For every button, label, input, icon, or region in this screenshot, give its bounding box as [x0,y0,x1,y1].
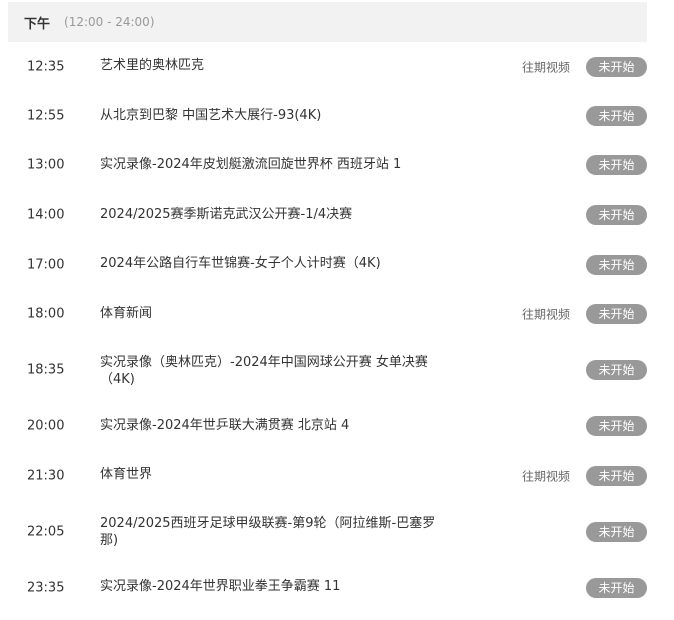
schedule-section-header: 下午 (12:00 - 24:00) [8,2,647,42]
program-title[interactable]: 实况录像-2024年皮划艇激流回旋世界杯 西班牙站 1 [100,156,440,173]
status-badge: 未开始 [586,304,647,324]
status-badge: 未开始 [586,155,647,175]
program-title[interactable]: 体育世界 [100,466,440,483]
program-title[interactable]: 实况录像-2024年世界职业拳王争霸赛 11 [100,578,440,595]
past-videos-link[interactable]: 往期视频 [522,306,570,323]
program-title[interactable]: 实况录像（奥林匹克）-2024年中国网球公开赛 女单决赛（4K) [100,354,440,388]
status-badge: 未开始 [586,205,647,225]
program-time: 21:30 [27,468,65,484]
program-time: 12:55 [27,108,65,124]
program-title[interactable]: 2024/2025赛季斯诺克武汉公开赛-1/4决赛 [100,206,440,223]
program-time: 17:00 [27,257,65,273]
status-badge: 未开始 [586,416,647,436]
program-time: 13:00 [27,157,65,173]
status-badge: 未开始 [586,255,647,275]
program-time: 12:35 [27,59,65,75]
program-row: 12:55 从北京到巴黎 中国艺术大展行-93(4K) 未开始 [0,96,674,136]
program-row: 13:00 实况录像-2024年皮划艇激流回旋世界杯 西班牙站 1 未开始 [0,145,674,185]
program-row: 20:00 实况录像-2024年世乒联大满贯赛 北京站 4 未开始 [0,406,674,446]
program-row: 17:00 2024年公路自行车世锦赛-女子个人计时赛（4K) 未开始 [0,245,674,285]
program-title[interactable]: 体育新闻 [100,305,440,322]
program-row: 12:35 艺术里的奥林匹克 往期视频 未开始 [0,47,674,87]
status-badge: 未开始 [586,578,647,598]
program-row: 22:05 2024/2025西班牙足球甲级联赛-第9轮（阿拉维斯-巴塞罗那) 未开… [0,512,674,552]
program-row: 18:35 实况录像（奥林匹克）-2024年中国网球公开赛 女单决赛（4K) 未开始 [0,350,674,390]
program-title[interactable]: 2024年公路自行车世锦赛-女子个人计时赛（4K) [100,255,440,272]
past-videos-link[interactable]: 往期视频 [522,59,570,76]
program-title[interactable]: 实况录像-2024年世乒联大满贯赛 北京站 4 [100,417,440,434]
program-time: 20:00 [27,418,65,434]
status-badge: 未开始 [586,106,647,126]
section-time-range: (12:00 - 24:00) [64,15,155,29]
program-row: 23:35 实况录像-2024年世界职业拳王争霸赛 11 未开始 [0,568,674,608]
program-title[interactable]: 从北京到巴黎 中国艺术大展行-93(4K) [100,107,440,124]
program-time: 14:00 [27,207,65,223]
program-time: 18:00 [27,306,65,322]
status-badge: 未开始 [586,360,647,380]
status-badge: 未开始 [586,466,647,486]
program-time: 18:35 [27,362,65,378]
program-time: 23:35 [27,580,65,596]
program-row: 14:00 2024/2025赛季斯诺克武汉公开赛-1/4决赛 未开始 [0,195,674,235]
status-badge: 未开始 [586,522,647,542]
program-time: 22:05 [27,524,65,540]
past-videos-link[interactable]: 往期视频 [522,468,570,485]
status-badge: 未开始 [586,57,647,77]
program-row: 21:30 体育世界 往期视频 未开始 [0,456,674,496]
program-title[interactable]: 2024/2025西班牙足球甲级联赛-第9轮（阿拉维斯-巴塞罗那) [100,515,440,549]
program-row: 18:00 体育新闻 往期视频 未开始 [0,294,674,334]
program-title[interactable]: 艺术里的奥林匹克 [100,57,440,74]
section-title: 下午 [24,16,51,32]
